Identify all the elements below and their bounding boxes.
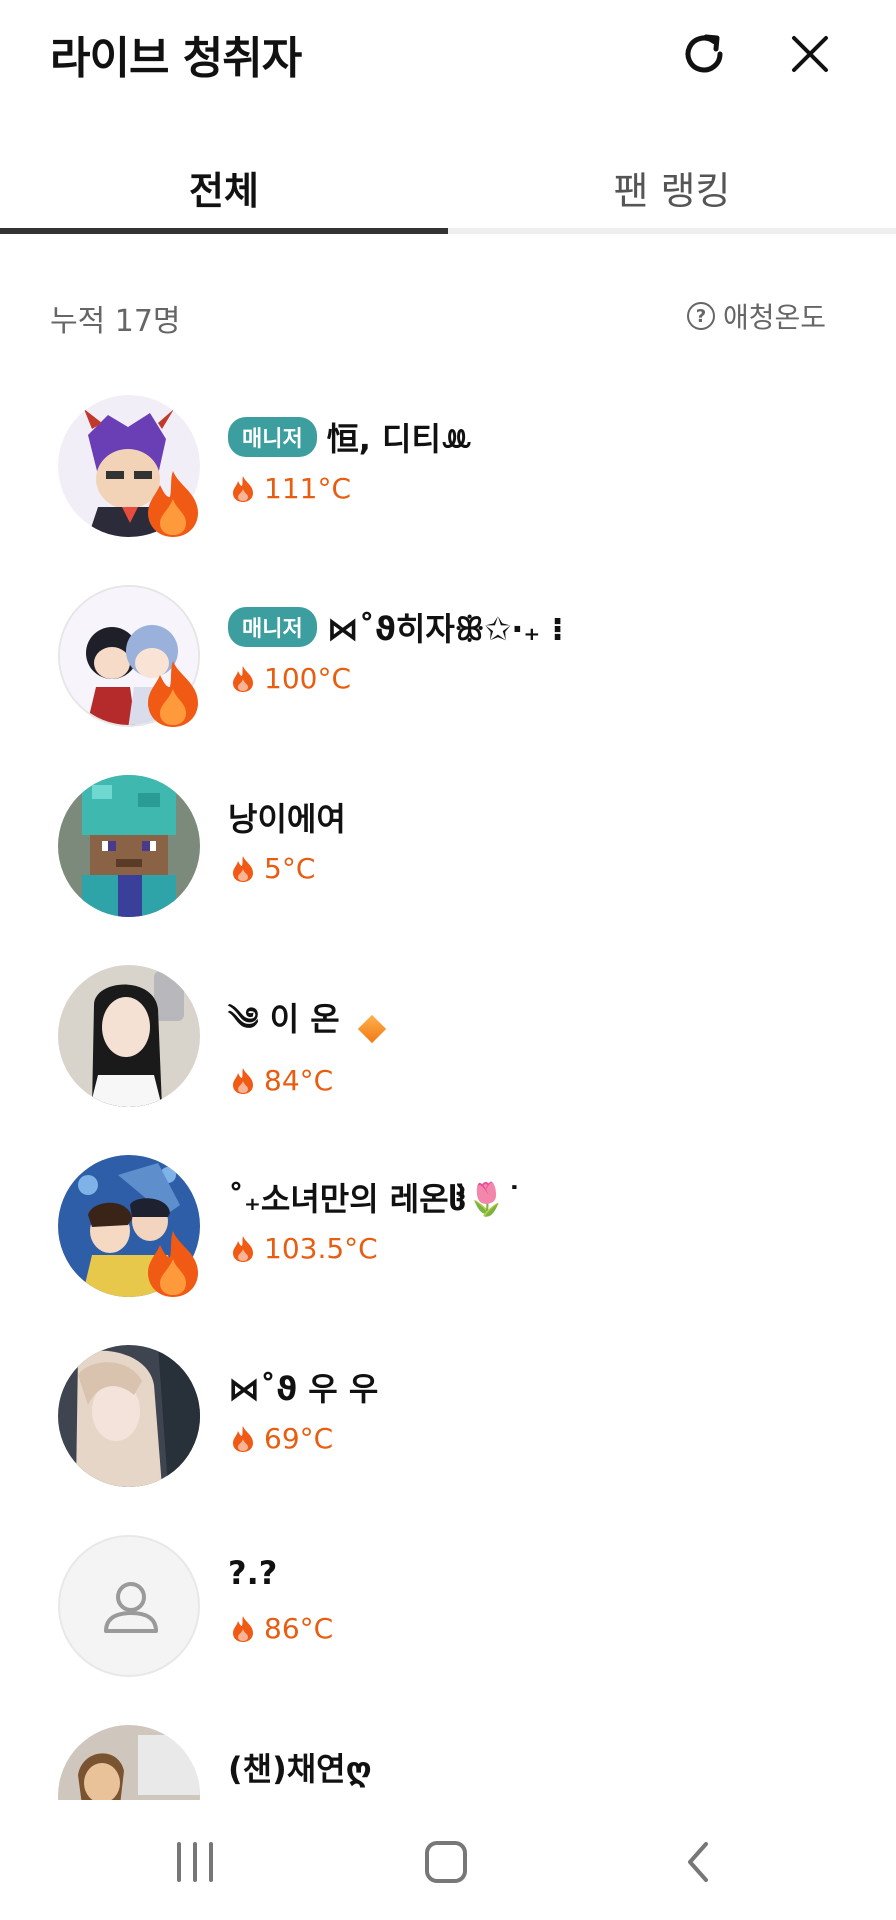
list-item[interactable]: ˚₊소녀만의 레온ჱ̒🌷˙ 103.5°C [0, 1130, 896, 1320]
tab-fan-ranking[interactable]: 팬 랭킹 [448, 148, 896, 234]
back-button[interactable] [658, 1830, 738, 1894]
fire-icon [233, 855, 253, 882]
affection-temp: 84°C [264, 1064, 334, 1097]
default-user-icon [104, 1582, 158, 1633]
list-item[interactable]: ?.? 86°C [0, 1510, 896, 1700]
fire-icon [233, 665, 253, 692]
listener-list: 매니저 恒, 디티ꔛ 111°C 매니저 ⋈˚ϑ히자ꕥ✩·₊ ⁝ 100°C 낭… [0, 370, 896, 1800]
fire-icon [233, 1067, 253, 1094]
recent-apps-button[interactable] [155, 1830, 235, 1894]
system-nav-bar [0, 1800, 896, 1920]
back-icon [688, 1842, 708, 1882]
avatar [58, 965, 200, 1107]
home-icon [425, 1841, 467, 1883]
flame-badge-icon [148, 1231, 198, 1297]
refresh-button[interactable] [672, 22, 736, 86]
avatar [58, 775, 200, 917]
list-item[interactable]: 매니저 ⋈˚ϑ히자ꕥ✩·₊ ⁝ 100°C [0, 560, 896, 750]
listener-name: 恒, 디티ꔛ [326, 420, 473, 458]
tab-underline [0, 228, 896, 234]
avatar [58, 1725, 200, 1800]
listener-name: 낭이에여 [228, 800, 346, 838]
list-item[interactable]: ༄ 이 온 84°C [0, 940, 896, 1130]
close-icon [792, 36, 828, 72]
listener-name: ⋈˚ϑ 우 우 [228, 1370, 379, 1408]
recent-apps-icon [177, 1842, 213, 1882]
list-item[interactable]: ⋈˚ϑ 우 우 69°C [0, 1320, 896, 1510]
close-button[interactable] [778, 22, 842, 86]
fire-icon [233, 475, 253, 502]
list-item[interactable]: 매니저 恒, 디티ꔛ 111°C [0, 370, 896, 560]
flame-badge-icon [148, 471, 198, 537]
header: 라이브 청취자 [0, 0, 896, 112]
manager-badge: 매니저 [228, 417, 317, 457]
avatar [58, 1535, 200, 1677]
listener-count: 누적 17명 [50, 304, 181, 339]
page-title: 라이브 청취자 [50, 33, 302, 84]
fire-icon [233, 1615, 253, 1642]
affection-temp: 111°C [264, 472, 351, 505]
flame-badge-icon [148, 661, 198, 727]
affection-temp: 86°C [264, 1612, 334, 1645]
affection-temp: 69°C [264, 1422, 334, 1455]
avatar [58, 1345, 200, 1487]
tab-all[interactable]: 전체 [0, 148, 448, 234]
list-item[interactable]: (챈)채연ღ [0, 1700, 896, 1800]
tab-active-indicator [0, 228, 448, 234]
question-circle-icon: ? [686, 302, 715, 330]
home-button[interactable] [406, 1830, 486, 1894]
fire-icon [233, 1235, 253, 1262]
diamond-icon [357, 1014, 386, 1044]
listener-name: ⋈˚ϑ히자ꕥ✩·₊ ⁝ [326, 610, 564, 648]
manager-badge: 매니저 [228, 607, 317, 647]
fire-icon [233, 1425, 253, 1452]
affection-temp: 103.5°C [264, 1232, 378, 1265]
affection-label: 애청온도 [722, 301, 826, 334]
listener-name: ˚₊소녀만의 레온ჱ̒🌷˙ [228, 1180, 523, 1218]
tab-bar: 전체 팬 랭킹 [0, 148, 896, 234]
listener-name: ?.? [228, 1554, 278, 1592]
listener-name: ༄ 이 온 [228, 1000, 340, 1038]
affection-temp-help[interactable]: ? 애청온도 [686, 296, 826, 336]
affection-temp: 100°C [264, 662, 351, 695]
listener-name: (챈)채연ღ [228, 1750, 372, 1788]
list-item[interactable]: 낭이에여 5°C [0, 750, 896, 940]
refresh-icon [685, 34, 723, 73]
affection-temp: 5°C [264, 852, 316, 885]
